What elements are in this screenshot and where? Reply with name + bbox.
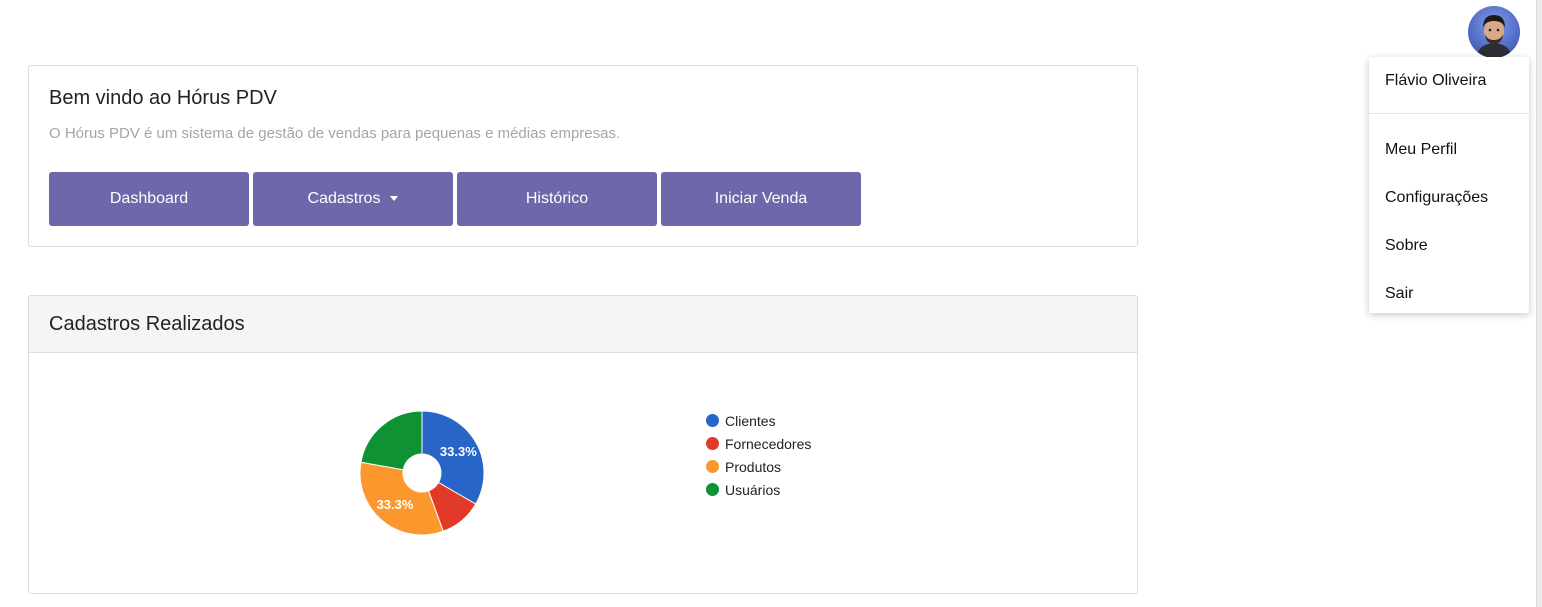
legend-label: Fornecedores [725,435,812,452]
iniciar-venda-button-label: Iniciar Venda [714,190,808,207]
main-actions: Dashboard Cadastros Histórico Iniciar Ve… [49,172,865,226]
pie-data-label: 33.3% [377,497,414,512]
pie-data-label: 33.3% [440,444,477,459]
pie-slice-usuarios[interactable] [360,410,423,471]
dropdown-divider [1369,113,1529,114]
avatar-image [1468,6,1520,58]
page-scrollbar[interactable] [1536,0,1542,607]
dashboard-button-label: Dashboard [109,190,189,207]
legend-item[interactable]: Produtos [706,455,811,478]
legend-swatch [706,483,719,496]
menu-item-sair[interactable]: Sair [1369,266,1529,314]
menu-item-meu-perfil[interactable]: Meu Perfil [1369,122,1529,170]
legend-swatch [706,460,719,473]
user-dropdown-menu: Flávio Oliveira Meu Perfil Configurações… [1369,57,1529,313]
historico-button-label: Histórico [525,190,589,207]
user-avatar[interactable] [1468,6,1520,58]
legend-item[interactable]: Clientes [706,409,811,432]
iniciar-venda-button[interactable]: Iniciar Venda [661,172,861,226]
menu-item-sobre[interactable]: Sobre [1369,218,1529,266]
legend-item[interactable]: Fornecedores [706,432,811,455]
chart-legend: Clientes Fornecedores Produtos Usuários [706,409,811,501]
legend-swatch [706,414,719,427]
dropdown-user-name: Flávio Oliveira [1385,72,1487,89]
chart-card-title: Cadastros Realizados [49,312,245,335]
legend-item[interactable]: Usuários [706,478,811,501]
cadastros-dropdown-button[interactable]: Cadastros [253,172,453,226]
cadastros-button-label: Cadastros [307,190,381,207]
welcome-title: Bem vindo ao Hórus PDV [49,87,277,109]
menu-item-configuracoes[interactable]: Configurações [1369,170,1529,218]
historico-button[interactable]: Histórico [457,172,657,226]
legend-label: Produtos [725,458,782,475]
legend-swatch [706,437,719,450]
legend-label: Usuários [725,481,781,498]
dashboard-button[interactable]: Dashboard [49,172,249,226]
legend-label: Clientes [725,412,776,429]
cadastros-pie-chart: 33.3% 33.3% [359,410,485,536]
cadastros-chart-card: Cadastros Realizados 33.3% 33.3% Clientes… [28,295,1138,594]
page: Bem vindo ao Hórus PDV O Hórus PDV é um … [0,0,1542,607]
caret-down-icon [390,195,399,201]
welcome-subtitle: O Hórus PDV é um sistema de gestão de ve… [49,125,621,142]
welcome-card: Bem vindo ao Hórus PDV O Hórus PDV é um … [28,65,1138,247]
chart-card-header: Cadastros Realizados [29,296,1137,353]
